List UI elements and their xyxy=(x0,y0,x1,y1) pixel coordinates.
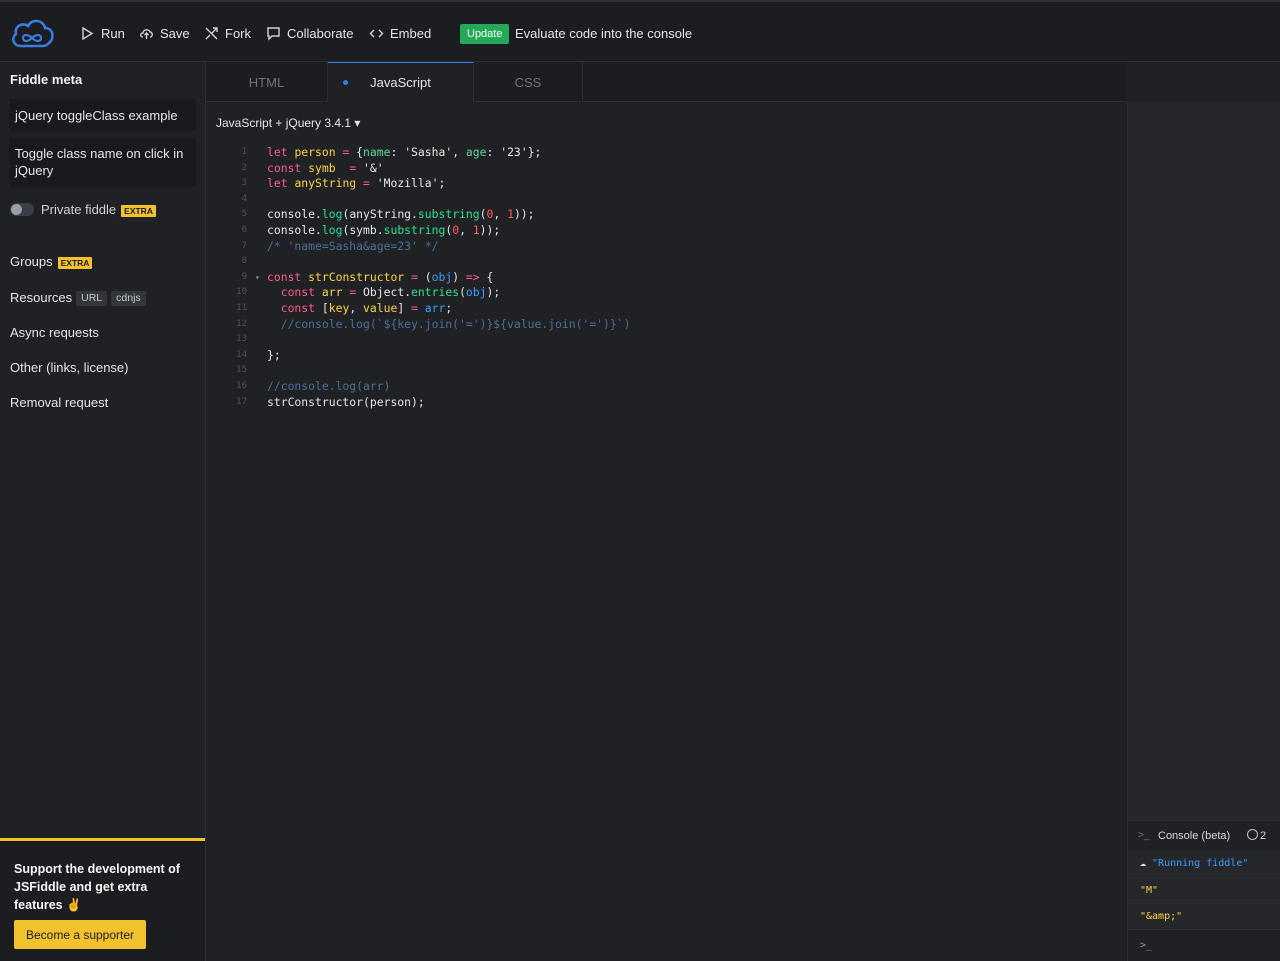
result-panel: >_ Console (beta) 2 ☁ "Running fiddle" "M… xyxy=(1127,102,1280,961)
line-number: 8 xyxy=(241,256,247,267)
terminal-icon: >_ xyxy=(1138,830,1150,841)
cloud-upload-icon xyxy=(140,29,153,39)
sidebar-item-resources[interactable]: Resources URL cdnjs xyxy=(10,290,146,307)
top-toolbar: Run Save Fork Collaborate Embed Update E… xyxy=(0,0,1280,62)
update-badge: Update xyxy=(460,24,510,44)
language-selector[interactable]: JavaScript + jQuery 3.4.1 ▾ xyxy=(216,116,360,130)
console-input[interactable]: >_ xyxy=(1128,930,1280,961)
sidebar-item-groups[interactable]: Groups EXTRA xyxy=(10,254,93,269)
cloud-icon: ☁ xyxy=(1140,858,1147,869)
line-number: 16 xyxy=(236,380,247,391)
chat-bubble-icon xyxy=(267,27,280,41)
code-text: //console.log(`${key.join('=')}${value.j… xyxy=(267,316,631,331)
sidebar-item-async[interactable]: Async requests xyxy=(10,325,99,340)
code-text: let anyString = 'Mozilla'; xyxy=(267,176,446,191)
code-line[interactable]: 15 xyxy=(206,363,1127,379)
code-line[interactable]: 9 ▾ const strConstructor = (obj) => { xyxy=(206,270,1127,286)
code-line[interactable]: 6 console.log(symb.substring(0, 1)); xyxy=(206,223,1127,239)
code-text: console.log(anyString.substring(0, 1)); xyxy=(267,207,535,222)
line-number: 14 xyxy=(236,349,247,360)
code-line[interactable]: 16 //console.log(arr) xyxy=(206,379,1127,395)
line-number: 11 xyxy=(236,302,247,313)
code-text: const arr = Object.entries(obj); xyxy=(280,285,501,300)
editor-tabs: HTML JavaScript CSS xyxy=(206,62,1127,102)
code-text: strConstructor(person); xyxy=(267,394,425,409)
line-number: 5 xyxy=(241,209,247,220)
code-text: const [key, value] = arr; xyxy=(280,300,453,315)
run-button[interactable]: Run xyxy=(80,26,125,41)
tab-html[interactable]: HTML xyxy=(206,62,328,102)
line-number: 4 xyxy=(241,193,247,204)
play-icon xyxy=(82,26,94,41)
code-line[interactable]: 14}; xyxy=(206,348,1127,364)
resources-cdnjs-tag[interactable]: cdnjs xyxy=(111,291,146,307)
code-text: /* 'name=Sasha&age=23' */ xyxy=(267,238,439,253)
active-dot-icon xyxy=(343,80,348,85)
code-text: console.log(symb.substring(0, 1)); xyxy=(267,222,501,237)
fork-button[interactable]: Fork xyxy=(204,26,251,41)
line-number: 10 xyxy=(236,287,247,298)
collaborate-button[interactable]: Collaborate xyxy=(266,26,354,41)
fork-icon xyxy=(205,27,218,40)
jsfiddle-logo-icon[interactable] xyxy=(9,16,56,51)
resources-url-tag[interactable]: URL xyxy=(76,291,108,307)
line-number: 7 xyxy=(241,240,247,251)
tab-css[interactable]: CSS xyxy=(474,62,583,102)
code-text: //console.log(arr) xyxy=(267,378,391,393)
private-fiddle-toggle[interactable] xyxy=(10,203,34,216)
code-line[interactable]: 13 xyxy=(206,332,1127,348)
info-icon xyxy=(1247,829,1258,840)
private-fiddle-label: Private fiddle EXTRA xyxy=(41,202,156,217)
become-supporter-button[interactable]: Become a supporter xyxy=(14,920,146,949)
line-number: 2 xyxy=(241,162,247,173)
code-text: let person = {name: 'Sasha', age: '23'}; xyxy=(267,145,542,159)
line-number: 15 xyxy=(236,365,247,376)
code-editor[interactable]: JavaScript + jQuery 3.4.1 ▾ 1 let person … xyxy=(206,102,1127,961)
code-line[interactable]: 7 /* 'name=Sasha&age=23' */ xyxy=(206,239,1127,255)
line-number: 1 xyxy=(241,147,247,157)
console-count: 2 xyxy=(1260,830,1267,842)
line-number: 12 xyxy=(236,318,247,329)
line-number: 17 xyxy=(236,396,247,407)
console-title[interactable]: Console (beta) xyxy=(1158,830,1230,842)
console-message: ☁ "Running fiddle" xyxy=(1128,850,1280,878)
console-message: "&amp;" xyxy=(1128,904,1280,930)
code-line[interactable]: 1 let person = {name: 'Sasha', age: '23'}… xyxy=(206,145,1127,161)
sidebar: Fiddle meta jQuery toggleClass example T… xyxy=(0,62,206,961)
code-line[interactable]: 5 console.log(anyString.substring(0, 1)); xyxy=(206,207,1127,223)
support-panel: Support the development of JSFiddle and … xyxy=(0,838,205,961)
extra-badge: EXTRA xyxy=(57,256,93,269)
code-line[interactable]: 10 const arr = Object.entries(obj); xyxy=(206,285,1127,301)
update-hint: Evaluate code into the console xyxy=(515,26,693,41)
sidebar-item-other[interactable]: Other (links, license) xyxy=(10,360,128,375)
code-line[interactable]: 11 const [key, value] = arr; xyxy=(206,301,1127,317)
code-text: }; xyxy=(267,347,281,362)
line-number: 3 xyxy=(241,178,247,189)
code-line[interactable]: 4 xyxy=(206,192,1127,208)
embed-button[interactable]: Embed xyxy=(369,26,431,41)
code-brackets-icon xyxy=(369,29,384,38)
extra-badge: EXTRA xyxy=(121,204,156,217)
sidebar-item-removal[interactable]: Removal request xyxy=(10,395,108,410)
save-button[interactable]: Save xyxy=(139,26,190,41)
line-number: 13 xyxy=(236,334,247,345)
code-text: const symb = '&' xyxy=(267,160,384,175)
fold-arrow-icon[interactable]: ▾ xyxy=(255,270,260,286)
code-text: const strConstructor = (obj) => { xyxy=(267,269,494,284)
code-line[interactable]: 8 xyxy=(206,254,1127,270)
line-number: 9 xyxy=(241,271,247,282)
code-line[interactable]: 3 let anyString = 'Mozilla'; xyxy=(206,176,1127,192)
fiddle-title-input[interactable]: jQuery toggleClass example xyxy=(9,99,196,131)
code-line[interactable]: 17 strConstructor(person); xyxy=(206,395,1127,411)
fiddle-meta-title: Fiddle meta xyxy=(10,72,83,87)
console-header: >_ Console (beta) 2 xyxy=(1128,820,1280,850)
fiddle-description-input[interactable]: Toggle class name on click in jQuery xyxy=(9,138,196,187)
line-number: 6 xyxy=(241,224,247,235)
tab-javascript[interactable]: JavaScript xyxy=(328,62,474,102)
code-line[interactable]: 2 const symb = '&' xyxy=(206,161,1127,177)
code-line[interactable]: 12 //console.log(`${key.join('=')}${valu… xyxy=(206,317,1127,333)
console-message: "M" xyxy=(1128,878,1280,904)
support-text: Support the development of JSFiddle and … xyxy=(14,862,180,912)
code-area[interactable]: 1 let person = {name: 'Sasha', age: '23'}… xyxy=(206,145,1127,410)
